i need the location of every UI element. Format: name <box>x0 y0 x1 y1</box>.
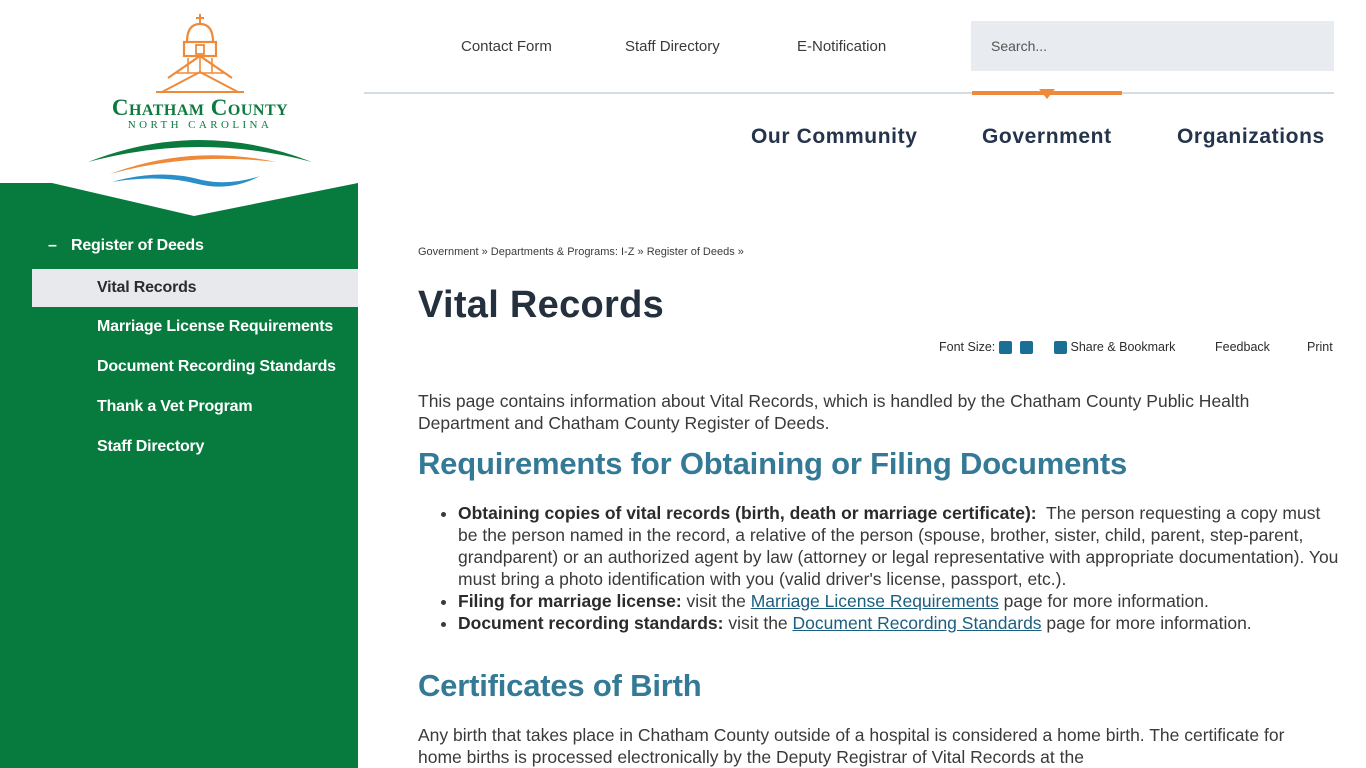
font-smaller-icon <box>999 341 1012 355</box>
logo-subtitle: North Carolina <box>127 119 273 131</box>
sidebar-nav: – Register of Deeds Vital Records Marriag… <box>0 183 358 768</box>
list-item-text: page for more information. <box>1041 613 1252 633</box>
font-size-label: Font Size: <box>939 340 996 354</box>
list-item-text: visit the <box>723 613 793 633</box>
list-item-bold: Obtaining copies of vital records (birth… <box>458 503 1037 523</box>
county-logo[interactable]: Chatham County North Carolina <box>80 10 320 192</box>
print-link[interactable]: Print <box>1307 340 1333 354</box>
logo-title: Chatham County <box>111 95 289 120</box>
sidebar-item-vital-records[interactable]: Vital Records <box>32 269 358 307</box>
search-input[interactable] <box>971 21 1334 71</box>
marriage-license-requirements-link[interactable]: Marriage License Requirements <box>751 591 999 611</box>
nav-divider <box>364 92 1334 94</box>
font-size-decrease-button[interactable] <box>999 340 1012 355</box>
page-title: Vital Records <box>418 284 665 326</box>
share-bookmark-button[interactable]: Share & Bookmark <box>1054 340 1176 355</box>
sidebar-parent-register-of-deeds[interactable]: – Register of Deeds <box>48 237 204 255</box>
contact-form-link[interactable]: Contact Form <box>461 38 552 55</box>
e-notification-link[interactable]: E-Notification <box>797 38 886 55</box>
sidebar-item-document-recording[interactable]: Document Recording Standards <box>32 348 358 386</box>
requirements-list: Obtaining copies of vital records (birth… <box>418 502 1343 634</box>
staff-directory-link[interactable]: Staff Directory <box>625 38 720 55</box>
intro-paragraph: This page contains information about Vit… <box>418 391 1250 433</box>
collapse-dash-icon[interactable]: – <box>48 237 71 255</box>
font-size-increase-button[interactable] <box>1020 340 1033 355</box>
breadcrumb-separator: » <box>481 246 488 258</box>
list-item-bold: Filing for marriage license: <box>458 591 682 611</box>
breadcrumb-government[interactable]: Government <box>418 246 479 258</box>
sidebar-item-marriage-license[interactable]: Marriage License Requirements <box>32 308 358 346</box>
breadcrumb-departments[interactable]: Departments & Programs: I-Z <box>491 246 635 258</box>
nav-our-community[interactable]: Our Community <box>751 125 917 149</box>
font-larger-icon <box>1020 341 1033 355</box>
list-item-text: page for more information. <box>998 591 1209 611</box>
sidebar-item-thank-a-vet[interactable]: Thank a Vet Program <box>32 388 358 426</box>
share-icon <box>1054 341 1067 355</box>
breadcrumb-separator: » <box>737 246 744 258</box>
section-heading-birth-certificates: Certificates of Birth <box>418 668 702 703</box>
nav-organizations[interactable]: Organizations <box>1177 125 1325 149</box>
section-heading-requirements: Requirements for Obtaining or Filing Doc… <box>418 446 1128 481</box>
breadcrumb-register-of-deeds[interactable]: Register of Deeds <box>647 246 735 258</box>
nav-government[interactable]: Government <box>982 125 1112 149</box>
share-bookmark-label: Share & Bookmark <box>1070 340 1176 354</box>
list-item: Document recording standards: visit the … <box>458 612 1343 634</box>
feedback-link[interactable]: Feedback <box>1215 340 1270 354</box>
list-item: Obtaining copies of vital records (birth… <box>458 502 1343 590</box>
breadcrumb: Government » Departments & Programs: I-Z… <box>418 246 744 258</box>
list-item: Filing for marriage license: visit the M… <box>458 590 1343 612</box>
document-recording-standards-link[interactable]: Document Recording Standards <box>793 613 1042 633</box>
active-caret-icon <box>1039 89 1055 99</box>
sidebar-parent-label: Register of Deeds <box>71 237 204 254</box>
breadcrumb-separator: » <box>637 246 644 258</box>
main-content: This page contains information about Vit… <box>418 390 1343 767</box>
birth-certificates-paragraph: Any birth that takes place in Chatham Co… <box>418 725 1285 767</box>
sidebar-item-staff-directory[interactable]: Staff Directory <box>32 428 358 466</box>
list-item-text: visit the <box>681 591 751 611</box>
list-item-bold: Document recording standards: <box>458 613 724 633</box>
